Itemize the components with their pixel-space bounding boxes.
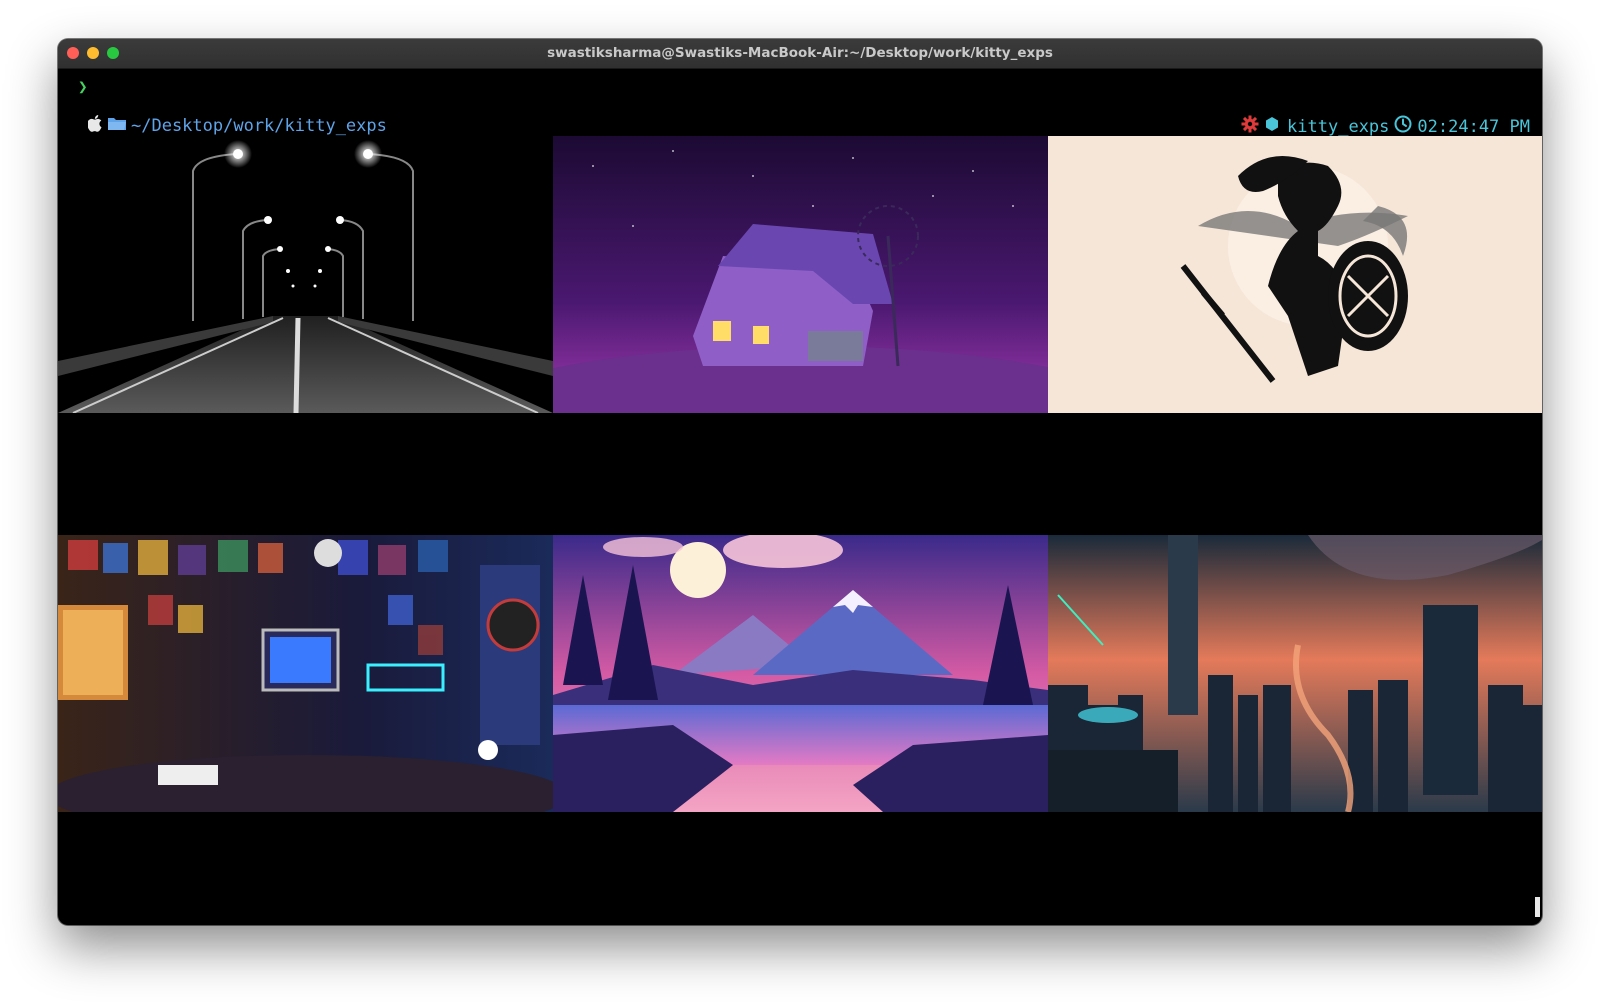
terminal-window[interactable]: swastiksharma@Swastiks-MacBook-Air:~/Des…: [58, 39, 1542, 925]
purple-farmhouse-image: [553, 136, 1048, 413]
title-bar[interactable]: swastiksharma@Swastiks-MacBook-Air:~/Des…: [58, 39, 1542, 69]
night-highway-image: [58, 136, 553, 413]
futuristic-city-image: [1048, 535, 1542, 812]
retro-room-image: [58, 535, 553, 812]
cube-icon: [1264, 116, 1280, 137]
project-name: kitty_exps: [1287, 116, 1390, 137]
clock-icon: [1394, 115, 1412, 138]
terminal-cursor: [1535, 897, 1540, 917]
prompt-left-segment: ~/Desktop/work/kitty_exps: [87, 115, 387, 137]
terminal-content[interactable]: ❯ ~/Desktop/work/kitty_exps kitty_exps 0…: [58, 69, 1542, 925]
prompt-symbol: ❯: [78, 77, 88, 96]
warrior-silhouette-image: [1048, 136, 1542, 413]
window-title: swastiksharma@Swastiks-MacBook-Air:~/Des…: [547, 45, 1053, 61]
prompt-path: ~/Desktop/work/kitty_exps: [131, 116, 387, 136]
apple-icon: [87, 115, 103, 137]
gear-icon: [1241, 115, 1259, 138]
prompt-right-segment: kitty_exps 02:24:47 PM: [1241, 115, 1530, 138]
prompt-time: 02:24:47 PM: [1417, 116, 1530, 137]
mountain-lake-image: [553, 535, 1048, 812]
folder-icon: [107, 116, 127, 137]
